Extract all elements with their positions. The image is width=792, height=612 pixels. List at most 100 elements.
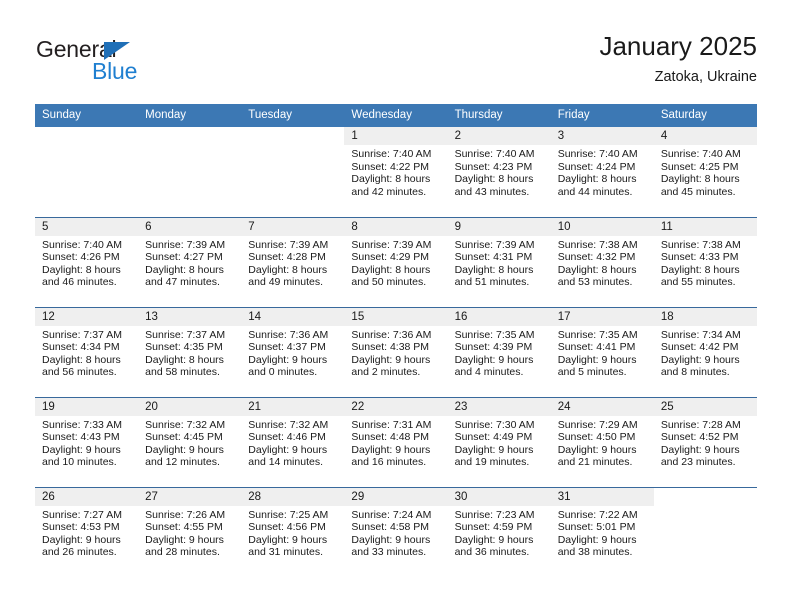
day-detail-line: and 46 minutes. (42, 276, 117, 289)
calendar-week-row: 5 Sunrise: 7:40 AM Sunset: 4:26 PM Daylight… (35, 216, 757, 307)
day-detail-line: Daylight: 8 hours (42, 353, 121, 366)
calendar-day-cell[interactable]: 15 Sunrise: 7:36 AM Sunset: 4:38 PM Dayligh… (344, 306, 448, 397)
calendar-day-cell[interactable]: 13 Sunrise: 7:37 AM Sunset: 4:35 PM Dayligh… (138, 306, 242, 397)
calendar-day-cell[interactable]: 14 Sunrise: 7:36 AM Sunset: 4:37 PM Dayligh… (241, 306, 345, 397)
day-detail-line: Sunrise: 7:36 AM (248, 328, 329, 341)
calendar-day-cell[interactable]: 22 Sunrise: 7:31 AM Sunset: 4:48 PM Dayligh… (344, 396, 448, 487)
calendar-day-cell[interactable]: 23 Sunrise: 7:30 AM Sunset: 4:49 PM Dayligh… (447, 396, 551, 487)
calendar-day-cell[interactable]: 21 Sunrise: 7:32 AM Sunset: 4:46 PM Dayligh… (241, 396, 345, 487)
calendar-day-cell[interactable]: 2 Sunrise: 7:40 AM Sunset: 4:23 PM Daylight… (447, 127, 551, 217)
weekday-header-monday: Monday (138, 104, 242, 127)
calendar-day-cell[interactable]: 19 Sunrise: 7:33 AM Sunset: 4:43 PM Dayligh… (35, 396, 139, 487)
calendar-day-cell[interactable]: 20 Sunrise: 7:32 AM Sunset: 4:45 PM Dayligh… (138, 396, 242, 487)
day-detail-line: Daylight: 9 hours (351, 443, 431, 456)
day-number: 13 (138, 307, 242, 326)
day-detail-line: and 49 minutes. (248, 276, 323, 289)
day-number: 6 (138, 217, 242, 236)
day-detail-line: and 10 minutes. (42, 456, 117, 469)
calendar-day-cell[interactable]: 7 Sunrise: 7:39 AM Sunset: 4:28 PM Daylight… (241, 216, 345, 307)
general-blue-logo[interactable]: General Blue (36, 36, 236, 88)
day-detail-line: Sunset: 4:38 PM (351, 341, 430, 354)
day-detail-line: Daylight: 9 hours (557, 533, 637, 546)
day-detail-line: and 26 minutes. (42, 546, 117, 559)
day-detail-line: Sunrise: 7:39 AM (145, 238, 226, 251)
day-detail-line: Sunrise: 7:22 AM (557, 508, 638, 521)
calendar-day-cell[interactable]: 12 Sunrise: 7:37 AM Sunset: 4:34 PM Dayligh… (35, 306, 139, 397)
page-title: January 2025 (599, 31, 757, 61)
day-detail-line: Daylight: 8 hours (248, 263, 328, 276)
day-detail-line: and 4 minutes. (454, 366, 524, 379)
calendar-day-cell[interactable]: 27 Sunrise: 7:26 AM Sunset: 4:55 PM Dayligh… (138, 486, 242, 577)
day-number: 18 (653, 307, 757, 326)
day-detail-line: Daylight: 8 hours (351, 263, 431, 276)
calendar-day-cell[interactable]: 3 Sunrise: 7:40 AM Sunset: 4:24 PM Daylight… (550, 127, 654, 217)
day-details: Sunrise: 7:30 AM Sunset: 4:49 PM Daylight:… (448, 416, 551, 469)
calendar-day-cell[interactable]: 25 Sunrise: 7:28 AM Sunset: 4:52 PM Dayligh… (653, 396, 757, 487)
calendar-day-cell[interactable]: 29 Sunrise: 7:24 AM Sunset: 4:58 PM Dayligh… (344, 486, 448, 577)
page-header: General Blue January 2025 Zatoka, Ukrain… (0, 0, 792, 100)
day-details: Sunrise: 7:29 AM Sunset: 4:50 PM Daylight:… (551, 416, 654, 469)
day-number: 9 (447, 217, 551, 236)
day-detail-line: and 55 minutes. (660, 276, 736, 289)
day-detail-line: Daylight: 9 hours (351, 533, 431, 546)
day-detail-line: and 5 minutes. (557, 366, 627, 379)
calendar-day-cell[interactable]: 11 Sunrise: 7:38 AM Sunset: 4:33 PM Dayligh… (653, 216, 757, 307)
day-number: 27 (138, 487, 242, 506)
weekday-header-tuesday: Tuesday (241, 104, 345, 127)
calendar-week-row: 1 Sunrise: 7:40 AM Sunset: 4:22 PM Daylight… (35, 127, 757, 217)
day-detail-line: Sunrise: 7:37 AM (42, 328, 122, 341)
day-number: 3 (550, 127, 654, 145)
day-detail-line: Sunset: 4:32 PM (557, 251, 636, 264)
day-detail-line: Sunrise: 7:36 AM (351, 328, 432, 341)
day-detail-line: and 31 minutes. (248, 546, 323, 559)
day-detail-line: Sunrise: 7:40 AM (660, 148, 741, 160)
calendar-day-cell[interactable]: 4 Sunrise: 7:40 AM Sunset: 4:25 PM Daylight… (653, 127, 757, 217)
day-detail-line: Daylight: 9 hours (660, 353, 740, 366)
calendar-day-cell[interactable]: 1 Sunrise: 7:40 AM Sunset: 4:22 PM Daylight… (344, 127, 448, 217)
calendar-day-cell[interactable]: 26 Sunrise: 7:27 AM Sunset: 4:53 PM Dayligh… (35, 486, 139, 577)
day-detail-line: and 33 minutes. (351, 546, 427, 559)
weekday-header-wednesday: Wednesday (344, 104, 448, 127)
day-detail-line: and 50 minutes. (351, 276, 427, 289)
calendar-day-cell[interactable]: 9 Sunrise: 7:39 AM Sunset: 4:31 PM Daylight… (447, 216, 551, 307)
day-detail-line: Daylight: 8 hours (42, 263, 121, 276)
day-detail-line: Daylight: 8 hours (557, 173, 637, 186)
calendar-day-cell[interactable]: 30 Sunrise: 7:23 AM Sunset: 4:59 PM Dayligh… (447, 486, 551, 577)
day-number: 24 (550, 397, 654, 416)
calendar-day-cell[interactable]: 17 Sunrise: 7:35 AM Sunset: 4:41 PM Dayligh… (550, 306, 654, 397)
day-number: 28 (241, 487, 345, 506)
day-number: 7 (241, 217, 345, 236)
day-detail-line: Daylight: 8 hours (145, 353, 224, 366)
day-number: 20 (138, 397, 242, 416)
calendar-day-cell[interactable]: 10 Sunrise: 7:38 AM Sunset: 4:32 PM Dayligh… (550, 216, 654, 307)
day-detail-line: Daylight: 9 hours (42, 533, 121, 546)
day-detail-line: Daylight: 8 hours (351, 173, 431, 186)
day-details: Sunrise: 7:35 AM Sunset: 4:41 PM Daylight:… (551, 326, 654, 379)
day-details: Sunrise: 7:32 AM Sunset: 4:45 PM Daylight:… (138, 416, 241, 469)
day-details: Sunrise: 7:40 AM Sunset: 4:22 PM Daylight:… (344, 145, 447, 198)
day-number: 4 (653, 127, 757, 145)
calendar-day-cell[interactable]: 8 Sunrise: 7:39 AM Sunset: 4:29 PM Daylight… (344, 216, 448, 307)
logo-text-blue: Blue (92, 58, 138, 84)
calendar-day-cell[interactable]: 5 Sunrise: 7:40 AM Sunset: 4:26 PM Daylight… (35, 216, 139, 307)
weekday-header-sunday: Sunday (35, 104, 139, 127)
day-detail-line: Sunrise: 7:40 AM (454, 148, 535, 160)
day-detail-line: and 56 minutes. (42, 366, 117, 379)
calendar-day-cell[interactable]: 24 Sunrise: 7:29 AM Sunset: 4:50 PM Dayligh… (550, 396, 654, 487)
day-number: 19 (35, 397, 139, 416)
day-detail-line: and 12 minutes. (145, 456, 220, 469)
day-detail-line: Daylight: 9 hours (454, 443, 534, 456)
calendar-day-cell[interactable]: 6 Sunrise: 7:39 AM Sunset: 4:27 PM Daylight… (138, 216, 242, 307)
calendar-day-cell[interactable]: 18 Sunrise: 7:34 AM Sunset: 4:42 PM Dayligh… (653, 306, 757, 397)
day-details: Sunrise: 7:26 AM Sunset: 4:55 PM Daylight:… (138, 506, 241, 559)
day-detail-line: and 28 minutes. (145, 546, 220, 559)
day-detail-line: Sunset: 4:25 PM (660, 160, 739, 173)
day-detail-line: and 14 minutes. (248, 456, 323, 469)
day-detail-line: Daylight: 9 hours (248, 353, 328, 366)
calendar-day-cell[interactable]: 28 Sunrise: 7:25 AM Sunset: 4:56 PM Dayligh… (241, 486, 345, 577)
calendar-day-cell[interactable]: 31 Sunrise: 7:22 AM Sunset: 5:01 PM Dayligh… (550, 486, 654, 577)
day-detail-line: and 21 minutes. (557, 456, 633, 469)
day-detail-line: and 53 minutes. (557, 276, 633, 289)
calendar-day-cell[interactable]: 16 Sunrise: 7:35 AM Sunset: 4:39 PM Dayligh… (447, 306, 551, 397)
calendar-table: Sunday Monday Tuesday Wednesday Thursday… (35, 104, 757, 577)
